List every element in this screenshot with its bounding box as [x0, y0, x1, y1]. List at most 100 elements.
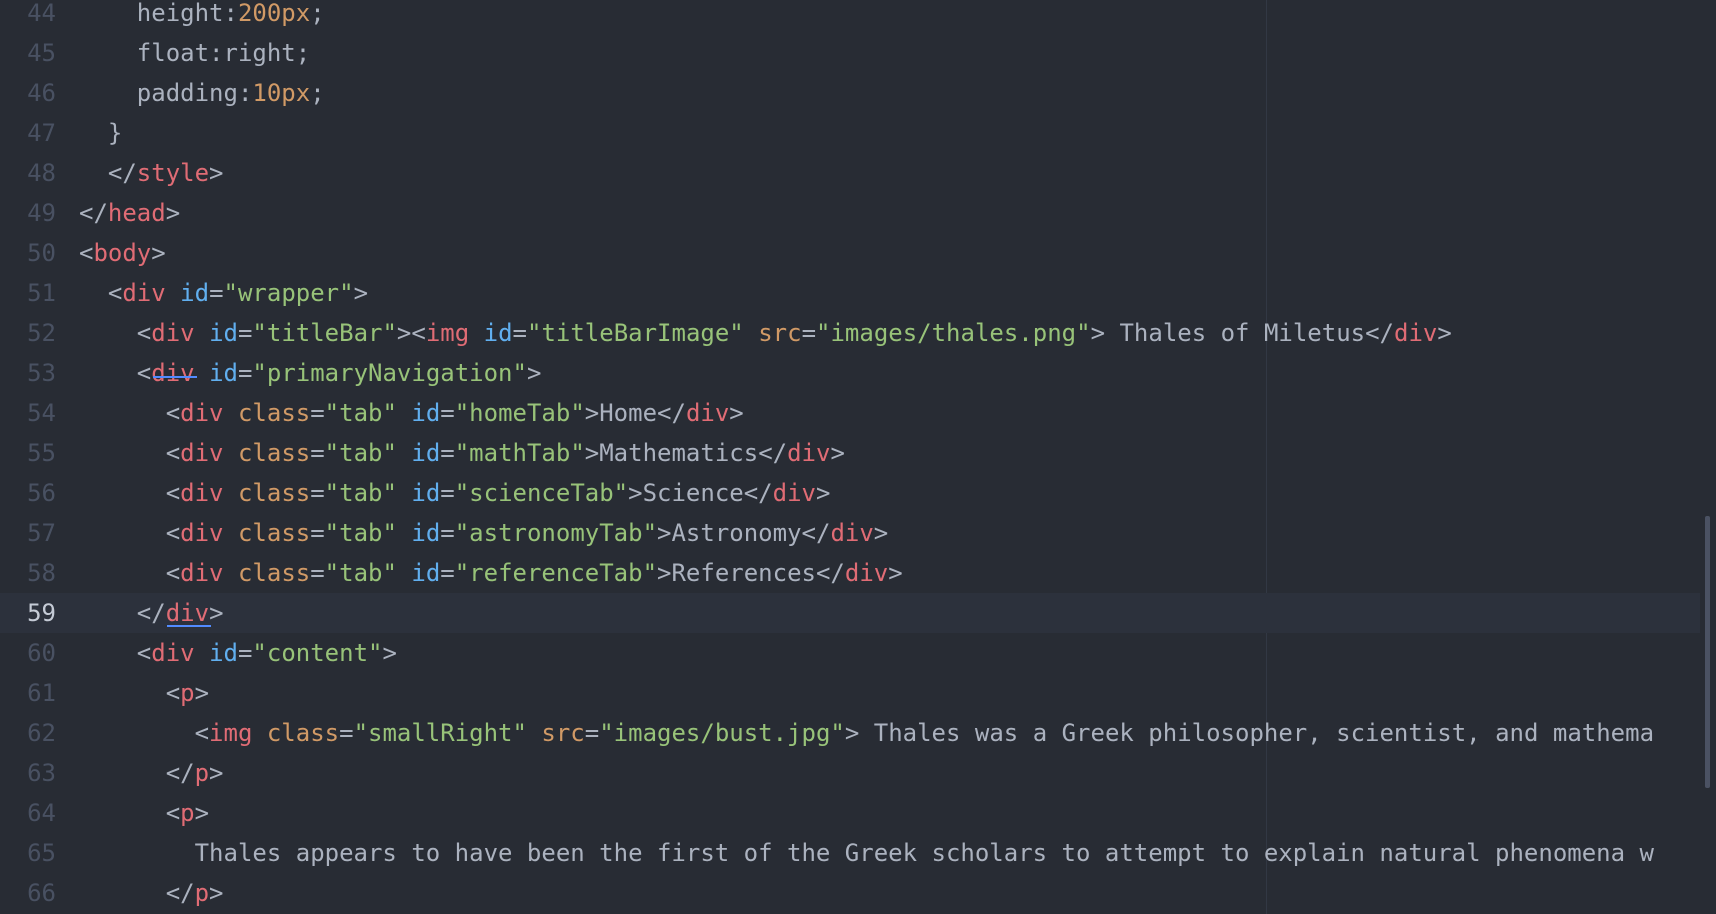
code-line[interactable]: 62 <img class="smallRight" src="images/b…: [0, 713, 1700, 753]
code-editor[interactable]: 44 height:200px; 45 float:right; 46 paddin…: [0, 0, 1716, 914]
code-token: <: [79, 399, 181, 427]
code-token: id: [209, 359, 238, 387]
code-token: =: [584, 719, 600, 747]
code-token: >: [628, 479, 643, 507]
code-line[interactable]: 49 </head>: [0, 193, 1700, 233]
code-token: =: [237, 359, 253, 387]
code-token: 200px: [237, 0, 311, 27]
code-text: <p>: [79, 793, 1700, 833]
code-line[interactable]: 50 <body>: [0, 233, 1700, 273]
code-token: Thales was a Greek philosopher, scientis…: [859, 719, 1655, 747]
code-line[interactable]: 64 <p>: [0, 793, 1700, 833]
code-token: >: [830, 439, 845, 467]
code-token: Thales appears to have been the first of…: [79, 839, 1654, 867]
code-text: <div class="tab" id="referenceTab">Refer…: [79, 553, 1700, 593]
code-line[interactable]: 56 <div class="tab" id="scienceTab">Scie…: [0, 473, 1700, 513]
code-token: </: [758, 439, 788, 467]
code-token: class: [266, 719, 340, 747]
code-token: >: [165, 199, 181, 227]
code-token: <: [79, 319, 152, 347]
code-line[interactable]: 55 <div class="tab" id="mathTab">Mathema…: [0, 433, 1700, 473]
code-text: <div id="wrapper">: [79, 273, 1700, 313]
code-token: >: [873, 519, 889, 547]
line-number: 44: [27, 0, 56, 27]
code-token: </: [79, 599, 166, 627]
code-token: id: [411, 399, 441, 427]
code-line[interactable]: 65 Thales appears to have been the first…: [0, 833, 1700, 873]
code-token: >: [584, 399, 600, 427]
code-line[interactable]: 45 float:right;: [0, 33, 1700, 73]
code-token: <: [79, 799, 181, 827]
code-token: div: [772, 479, 816, 507]
code-text: }: [79, 113, 1700, 153]
code-token: >: [209, 879, 224, 907]
code-token: <: [79, 359, 152, 387]
code-token: "tab": [324, 519, 397, 547]
code-token: "astronomyTab": [454, 519, 658, 547]
code-line[interactable]: 51 <div id="wrapper">: [0, 273, 1700, 313]
code-token: </: [79, 879, 195, 907]
code-token: =: [440, 559, 455, 587]
code-line[interactable]: 53 <div id="primaryNavigation">: [0, 353, 1700, 393]
code-line[interactable]: 44 height:200px;: [0, 0, 1700, 33]
code-token: </: [79, 759, 195, 787]
code-token: </: [79, 199, 108, 227]
line-number: 63: [27, 759, 56, 787]
scrollbar-thumb[interactable]: [1705, 516, 1710, 788]
code-token: padding: [79, 79, 238, 107]
code-line[interactable]: 54 <div class="tab" id="homeTab">Home</d…: [0, 393, 1700, 433]
code-token: >: [844, 719, 860, 747]
code-token: div: [180, 519, 224, 547]
line-number: 58: [27, 559, 56, 587]
code-line[interactable]: 46 padding:10px;: [0, 73, 1700, 113]
code-line[interactable]: 61 <p>: [0, 673, 1700, 713]
code-token: =: [440, 519, 455, 547]
code-text: <div class="tab" id="homeTab">Home</div>: [79, 393, 1700, 433]
code-line[interactable]: 60 <div id="content">: [0, 633, 1700, 673]
code-token: >: [353, 279, 369, 307]
code-line[interactable]: 59 </div>: [0, 593, 1700, 633]
code-line[interactable]: 58 <div class="tab" id="referenceTab">Re…: [0, 553, 1700, 593]
code-text: </p>: [79, 753, 1700, 793]
code-token: Home: [599, 399, 658, 427]
code-line[interactable]: 48 </style>: [0, 153, 1700, 193]
code-token: </: [743, 479, 773, 507]
code-token: "mathTab": [454, 439, 585, 467]
vertical-scrollbar[interactable]: [1700, 0, 1716, 914]
code-text: height:200px;: [79, 0, 1700, 33]
line-number: 66: [27, 879, 56, 907]
code-token: id: [411, 439, 441, 467]
code-token: "tab": [324, 399, 397, 427]
code-token: =: [237, 639, 253, 667]
code-line[interactable]: 63 </p>: [0, 753, 1700, 793]
line-number: 62: [27, 719, 56, 747]
code-line[interactable]: 47 }: [0, 113, 1700, 153]
code-token: head: [107, 199, 166, 227]
code-token: div: [180, 559, 224, 587]
code-token: </: [815, 559, 845, 587]
line-number: 64: [27, 799, 56, 827]
code-token: div: [830, 519, 874, 547]
code-token: >: [209, 159, 224, 187]
code-line[interactable]: 66 </p>: [0, 873, 1700, 913]
code-token: Thales of Miletus: [1105, 319, 1366, 347]
code-token: <: [79, 519, 181, 547]
code-token: id: [411, 559, 441, 587]
code-token: =: [310, 519, 325, 547]
code-token: =: [310, 479, 325, 507]
code-line[interactable]: 52 <div id="titleBar"><img id="titleBarI…: [0, 313, 1700, 353]
line-number: 53: [27, 359, 56, 387]
code-token: >: [209, 759, 224, 787]
code-token: =: [310, 559, 325, 587]
code-line[interactable]: 57 <div class="tab" id="astronomyTab">As…: [0, 513, 1700, 553]
code-token: p: [180, 679, 195, 707]
code-text: <div class="tab" id="astronomyTab">Astro…: [79, 513, 1700, 553]
code-token: </: [79, 159, 137, 187]
